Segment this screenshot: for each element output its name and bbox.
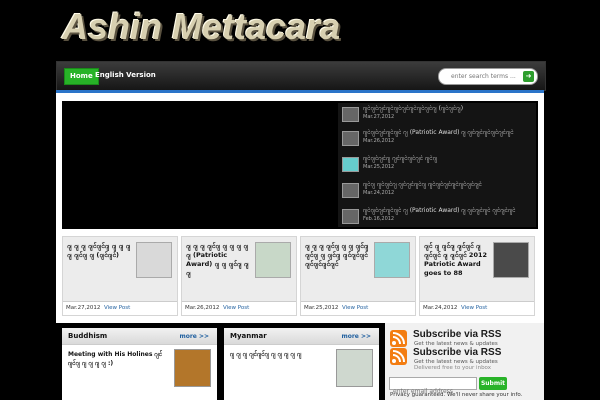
post-card-image[interactable] [136, 242, 172, 278]
featured-title: ဂျင်ဂျင်ဂျင်ဂျင်ဂျင် ဂျ (Patriotic Award… [363, 207, 516, 214]
featured-thumb [342, 157, 359, 172]
featured-thumb [342, 183, 359, 198]
featured-date: Mar.25,2012 [363, 164, 395, 170]
nav-home-button[interactable]: Home [64, 68, 99, 85]
featured-item[interactable]: ဂျင်ဂျင်ဂျင်ဂျင်ဂျင် ဂျ (Patriotic Award… [338, 127, 536, 149]
featured-date: Mar.26,2012 [363, 138, 395, 144]
privacy-note: Privacy guaranteed. We'll never share yo… [390, 392, 523, 398]
panel-post-image[interactable] [336, 349, 373, 387]
subscribe-rss-title[interactable]: Subscribe via RSS [413, 347, 501, 358]
post-card: ဂျ ဂျ ဂျ ဂျင်ဂျ ဂျ ဂျ ဂျ ဂျ ဂျ (Patrioti… [181, 236, 297, 316]
rss-icon[interactable] [390, 348, 407, 365]
featured-date: Mar.27,2012 [363, 114, 395, 120]
post-card-footer: Mar.27,2012 View Post [63, 301, 177, 315]
featured-title: ဂျင်ဂျ ဂျင်ဂျင်ဂျ ဂျင်ဂျင်ဂျင်ဂျ ဂျင်ဂျင… [363, 181, 483, 188]
panel-post-image[interactable] [174, 349, 211, 387]
post-card-date: Mar.26,2012 [185, 305, 220, 311]
panel-header: Buddhism more >> [62, 328, 217, 345]
featured-title: ဂျင်ဂျင်ဂျင်ဂျင်ဂျင် ဂျ (Patriotic Award… [363, 129, 514, 136]
view-post-link[interactable]: View Post [223, 305, 249, 311]
post-card-title[interactable]: ဂျင် ဂျ ဂျင်ဂျ ဂျင်ဂျင် ဂျ ဂျင်ဂျင် ဂျ ဂ… [424, 242, 488, 298]
featured-thumb [342, 209, 359, 224]
panel-post-title[interactable]: ဂျ ဂျ ဂျ ဂျင်ဂျင်ဂျ ဂျ ဂျ ဂျ ဂျ ဂျ [230, 350, 330, 359]
main-nav: Home English Version ➜ [56, 61, 546, 91]
rss-icon[interactable] [390, 330, 407, 347]
featured-item[interactable]: ဂျင်ဂျ ဂျင်ဂျင်ဂျ ဂျင်ဂျင်ဂျင်ဂျ ဂျင်ဂျင… [338, 179, 536, 201]
featured-list: ဂျင်ဂျင်ဂျင်ဂျင်ဂျင်ဂျင်ဂျင်ဂျင်ဂျင်ဂျ (… [338, 103, 536, 227]
category-panel-buddhism: Buddhism more >> Meeting with His Holine… [62, 328, 217, 400]
subscribe-rss-subtitle: Delivered free to your inbox [414, 365, 492, 371]
view-post-link[interactable]: View Post [461, 305, 487, 311]
post-card-image[interactable] [255, 242, 291, 278]
site-logo-title[interactable]: Ashin Mettacara [62, 6, 340, 48]
more-link[interactable]: more >> [341, 333, 371, 340]
panel-title: Myanmar [230, 332, 267, 340]
more-link[interactable]: more >> [179, 333, 209, 340]
subscribe-rss-title[interactable]: Subscribe via RSS [413, 329, 501, 340]
post-card-footer: Mar.25,2012 View Post [301, 301, 415, 315]
post-card-title[interactable]: ဂျ ဂျ ဂျ ဂျင်ဂျ ဂျ ဂျ ဂျ ဂျ ဂျ (Patrioti… [186, 242, 250, 298]
post-card-image[interactable] [374, 242, 410, 278]
featured-date: Mar.24,2012 [363, 190, 395, 196]
post-card-date: Mar.25,2012 [304, 305, 339, 311]
post-card: ဂျ ဂျ ဂျ ဂျင်ဂျ ဂျ ဂျ ဂျင်ဂျ ဂျင်ဂျ ဂျ ဂ… [300, 236, 416, 316]
featured-item[interactable]: ဂျင်ဂျင်ဂျင်ဂျင်ဂျင် ဂျ (Patriotic Award… [338, 205, 536, 227]
panel-post-title[interactable]: Meeting with His Holines ဂျင်ဂျင်ဂျ ဂျ ဂ… [68, 350, 168, 368]
post-card-image[interactable] [493, 242, 529, 278]
featured-thumb [342, 131, 359, 146]
post-card-footer: Mar.26,2012 View Post [182, 301, 296, 315]
featured-title: ဂျင်ဂျင်ဂျင်ဂျ ဂျင်ဂျင်ဂျင်ဂျင် ဂျင်ဂျ [363, 155, 438, 162]
post-card-date: Mar.27,2012 [66, 305, 101, 311]
featured-date: Feb.16,2012 [363, 216, 395, 222]
featured-item[interactable]: ဂျင်ဂျင်ဂျင်ဂျ ဂျင်ဂျင်ဂျင်ဂျင် ဂျင်ဂျ M… [338, 153, 536, 175]
featured-title: ဂျင်ဂျင်ဂျင်ဂျင်ဂျင်ဂျင်ဂျင်ဂျင်ဂျင်ဂျ (… [363, 105, 464, 112]
view-post-link[interactable]: View Post [342, 305, 368, 311]
post-card: ဂျင် ဂျ ဂျင်ဂျ ဂျင်ဂျင် ဂျ ဂျင်ဂျင် ဂျ ဂ… [419, 236, 535, 316]
panel-header: Myanmar more >> [224, 328, 379, 345]
panel-title: Buddhism [68, 332, 108, 340]
submit-button[interactable]: Submit [479, 377, 507, 390]
search-input[interactable] [451, 70, 521, 82]
post-card-title[interactable]: ဂျ ဂျ ဂျ ဂျင်ဂျင်ဂျ ဂျ ဂျ ဂျ ဂျ ဂျင်ဂျ ဂ… [67, 242, 131, 298]
email-field [389, 377, 477, 397]
featured-item[interactable]: ဂျင်ဂျင်ဂျင်ဂျင်ဂျင်ဂျင်ဂျင်ဂျင်ဂျင်ဂျ (… [338, 103, 536, 125]
search-arrow-icon[interactable]: ➜ [523, 71, 534, 82]
post-card-title[interactable]: ဂျ ဂျ ဂျ ဂျင်ဂျ ဂျ ဂျ ဂျင်ဂျ ဂျင်ဂျ ဂျ ဂ… [305, 242, 369, 298]
post-card-date: Mar.24,2012 [423, 305, 458, 311]
post-card-footer: Mar.24,2012 View Post [420, 301, 534, 315]
post-card: ဂျ ဂျ ဂျ ဂျင်ဂျင်ဂျ ဂျ ဂျ ဂျ ဂျ ဂျင်ဂျ ဂ… [62, 236, 178, 316]
search-box: ➜ [438, 68, 538, 85]
view-post-link[interactable]: View Post [104, 305, 130, 311]
featured-thumb [342, 107, 359, 122]
category-panel-myanmar: Myanmar more >> ဂျ ဂျ ဂျ ဂျင်ဂျင်ဂျ ဂျ ဂ… [224, 328, 379, 400]
nav-english-version[interactable]: English Version [95, 68, 156, 83]
